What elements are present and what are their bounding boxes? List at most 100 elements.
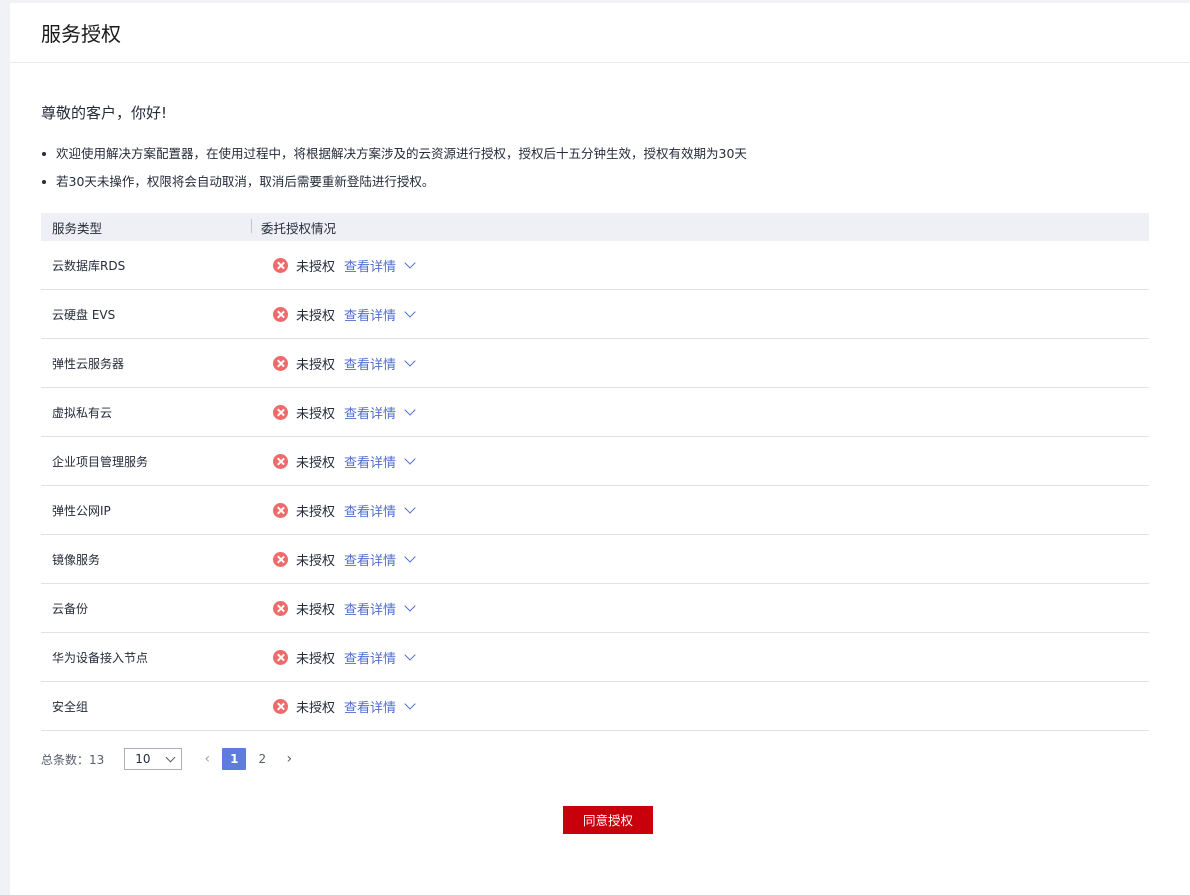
view-details-label: 查看详情 [344, 259, 397, 275]
table-row: 华为设备接入节点 未授权 查看详情 [41, 633, 1149, 682]
view-details-link[interactable]: 查看详情 [344, 648, 416, 667]
status-text: 未授权 [296, 700, 336, 716]
view-details-link[interactable]: 查看详情 [344, 305, 416, 324]
status-text: 未授权 [296, 553, 336, 569]
view-details-link[interactable]: 查看详情 [344, 354, 416, 373]
error-circle-icon [273, 698, 288, 714]
authorization-cell: 未授权 查看详情 [251, 501, 1149, 520]
authorization-cell: 未授权 查看详情 [251, 550, 1149, 569]
error-circle-icon [273, 453, 288, 469]
total-count: 总条数：13 [41, 752, 105, 767]
view-details-link[interactable]: 查看详情 [344, 599, 416, 618]
service-name: 云数据库RDS [52, 258, 126, 273]
view-details-label: 查看详情 [344, 504, 397, 520]
table-row: 企业项目管理服务 未授权 查看详情 [41, 437, 1149, 486]
view-details-link[interactable]: 查看详情 [344, 501, 416, 520]
service-name: 弹性公网IP [52, 503, 111, 518]
service-name: 企业项目管理服务 [52, 454, 149, 469]
status-text: 未授权 [296, 455, 336, 471]
table-row: 云备份 未授权 查看详情 [41, 584, 1149, 633]
notes-list: 欢迎使用解决方案配置器，在使用过程中，将根据解决方案涉及的云资源进行授权，授权后… [41, 140, 1159, 196]
view-details-link[interactable]: 查看详情 [344, 452, 416, 471]
status-text: 未授权 [296, 406, 336, 422]
error-circle-icon [273, 404, 288, 420]
error-circle-icon [273, 257, 288, 273]
view-details-link[interactable]: 查看详情 [344, 550, 416, 569]
pagination: 总条数：13 10 ‹ 1 2 › [41, 747, 1159, 771]
chevron-down-icon [404, 354, 416, 367]
authorization-cell: 未授权 查看详情 [251, 697, 1149, 716]
table-row: 云数据库RDS 未授权 查看详情 [41, 241, 1149, 290]
status-text: 未授权 [296, 308, 336, 324]
status-text: 未授权 [296, 602, 336, 618]
view-details-link[interactable]: 查看详情 [344, 697, 416, 716]
header-authorization-status: 委托授权情况 [251, 218, 1149, 237]
view-details-label: 查看详情 [344, 455, 397, 471]
note-item: 若30天未操作，权限将会自动取消，取消后需要重新登陆进行授权。 [41, 168, 1159, 196]
view-details-label: 查看详情 [344, 553, 397, 569]
view-details-label: 查看详情 [344, 700, 397, 716]
service-name: 虚拟私有云 [52, 405, 113, 420]
authorization-panel: 服务授权 尊敬的客户，你好! 欢迎使用解决方案配置器，在使用过程中，将根据解决方… [10, 3, 1190, 895]
error-circle-icon [273, 649, 288, 665]
view-details-label: 查看详情 [344, 357, 397, 373]
view-details-label: 查看详情 [344, 308, 397, 324]
chevron-down-icon [404, 697, 416, 710]
status-text: 未授权 [296, 651, 336, 667]
chevron-down-icon [404, 648, 416, 661]
chevron-down-icon [404, 256, 416, 269]
page-button-2[interactable]: 2 [250, 748, 274, 770]
page-size-select[interactable]: 10 [124, 748, 183, 770]
chevron-left-icon[interactable]: ‹ [194, 751, 220, 767]
error-circle-icon [273, 551, 288, 567]
service-name: 云备份 [52, 601, 89, 616]
authorization-cell: 未授权 查看详情 [251, 452, 1149, 471]
content-area: 尊敬的客户，你好! 欢迎使用解决方案配置器，在使用过程中，将根据解决方案涉及的云… [10, 103, 1190, 834]
view-details-label: 查看详情 [344, 406, 397, 422]
table-body: 云数据库RDS 未授权 查看详情 云硬盘 EVS 未授权 查看详情 弹性云服务器 未授权 查看详… [41, 241, 1149, 731]
service-name: 镜像服务 [52, 552, 101, 567]
page-header: 服务授权 [10, 3, 1190, 63]
page-size-value: 10 [135, 752, 151, 766]
agree-authorization-button[interactable]: 同意授权 [563, 806, 653, 834]
status-text: 未授权 [296, 504, 336, 520]
table-header: 服务类型 委托授权情况 [41, 213, 1149, 241]
table-row: 镜像服务 未授权 查看详情 [41, 535, 1149, 584]
authorization-cell: 未授权 查看详情 [251, 305, 1149, 324]
authorization-cell: 未授权 查看详情 [251, 256, 1149, 275]
error-circle-icon [273, 502, 288, 518]
chevron-down-icon [404, 550, 416, 563]
service-name: 云硬盘 EVS [52, 307, 116, 322]
table-row: 安全组 未授权 查看详情 [41, 682, 1149, 731]
status-text: 未授权 [296, 357, 336, 373]
error-circle-icon [273, 355, 288, 371]
table-row: 弹性公网IP 未授权 查看详情 [41, 486, 1149, 535]
authorization-table: 服务类型 委托授权情况 云数据库RDS 未授权 查看详情 云硬盘 EVS 未授权 查看详情… [41, 213, 1149, 731]
header-service-type: 服务类型 [52, 220, 103, 236]
page-button-1[interactable]: 1 [222, 748, 247, 770]
authorization-cell: 未授权 查看详情 [251, 599, 1149, 618]
service-name: 弹性云服务器 [52, 356, 125, 371]
table-row: 虚拟私有云 未授权 查看详情 [41, 388, 1149, 437]
service-name: 华为设备接入节点 [52, 650, 149, 665]
chevron-right-icon[interactable]: › [276, 751, 302, 767]
table-row: 弹性云服务器 未授权 查看详情 [41, 339, 1149, 388]
error-circle-icon [273, 600, 288, 616]
greeting-text: 尊敬的客户，你好! [41, 104, 168, 122]
chevron-down-icon [404, 599, 416, 612]
agree-wrap: 同意授权 [41, 806, 1159, 834]
view-details-link[interactable]: 查看详情 [344, 403, 416, 422]
chevron-down-icon [165, 752, 176, 762]
authorization-cell: 未授权 查看详情 [251, 354, 1149, 373]
view-details-label: 查看详情 [344, 602, 397, 618]
chevron-down-icon [404, 403, 416, 416]
service-name: 安全组 [52, 699, 89, 714]
view-details-link[interactable]: 查看详情 [344, 256, 416, 275]
authorization-cell: 未授权 查看详情 [251, 403, 1149, 422]
page-title: 服务授权 [41, 22, 121, 46]
table-row: 云硬盘 EVS 未授权 查看详情 [41, 290, 1149, 339]
chevron-down-icon [404, 452, 416, 465]
error-circle-icon [273, 306, 288, 322]
view-details-label: 查看详情 [344, 651, 397, 667]
chevron-down-icon [404, 501, 416, 514]
